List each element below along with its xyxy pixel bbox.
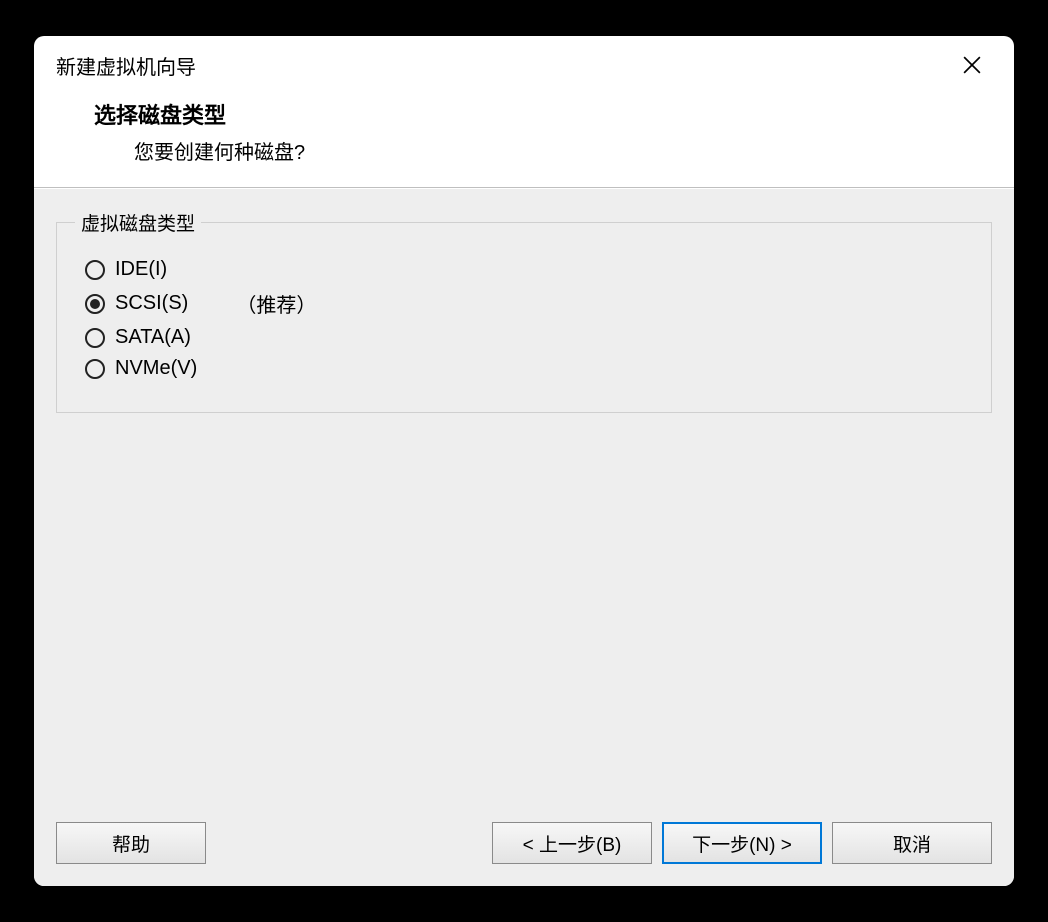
page-subtitle: 您要创建何种磁盘? (94, 136, 974, 165)
radio-label-scsi[interactable]: SCSI(S) (115, 292, 188, 315)
cancel-button[interactable]: 取消 (832, 822, 992, 864)
radio-scsi[interactable] (85, 294, 105, 314)
radio-sata[interactable] (85, 328, 105, 348)
close-icon (963, 56, 981, 74)
close-button[interactable] (952, 50, 992, 80)
titlebar: 新建虚拟机向导 (34, 36, 1014, 90)
radio-label-ide[interactable]: IDE(I) (115, 258, 167, 281)
radio-label-sata[interactable]: SATA(A) (115, 326, 191, 349)
back-button[interactable]: < 上一步(B) (492, 822, 652, 864)
radio-ide[interactable] (85, 260, 105, 280)
wizard-content: 虚拟磁盘类型 IDE(I) SCSI(S) （推荐） SATA(A) NVMe(… (34, 188, 1014, 808)
radio-row-sata[interactable]: SATA(A) (75, 326, 973, 349)
wizard-footer: 帮助 < 上一步(B) 下一步(N) > 取消 (34, 808, 1014, 886)
radio-row-nvme[interactable]: NVMe(V) (75, 357, 973, 380)
disk-type-group: 虚拟磁盘类型 IDE(I) SCSI(S) （推荐） SATA(A) NVMe(… (56, 209, 992, 413)
wizard-dialog: 新建虚拟机向导 选择磁盘类型 您要创建何种磁盘? 虚拟磁盘类型 IDE(I) S… (34, 36, 1014, 886)
next-button[interactable]: 下一步(N) > (662, 822, 822, 864)
wizard-header: 选择磁盘类型 您要创建何种磁盘? (34, 90, 1014, 188)
radio-row-scsi[interactable]: SCSI(S) （推荐） (75, 289, 973, 318)
window-title: 新建虚拟机向导 (56, 51, 196, 80)
group-legend: 虚拟磁盘类型 (75, 209, 201, 236)
radio-hint-scsi: （推荐） (236, 289, 316, 318)
radio-label-nvme[interactable]: NVMe(V) (115, 357, 197, 380)
page-title: 选择磁盘类型 (94, 98, 974, 130)
radio-nvme[interactable] (85, 359, 105, 379)
help-button[interactable]: 帮助 (56, 822, 206, 864)
radio-row-ide[interactable]: IDE(I) (75, 258, 973, 281)
